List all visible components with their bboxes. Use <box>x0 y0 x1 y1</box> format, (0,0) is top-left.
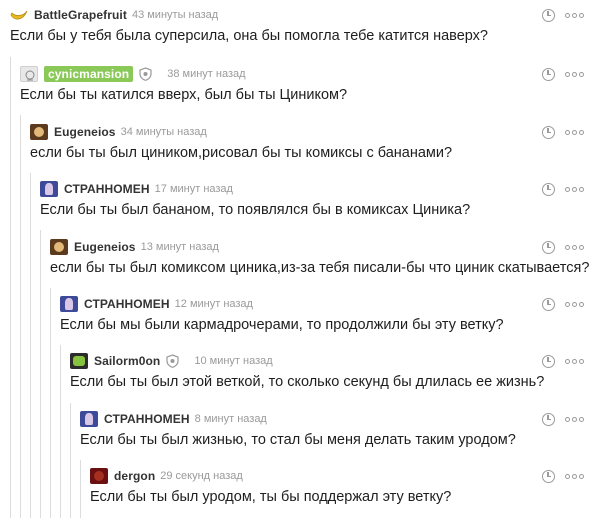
comment-header: СТРАННОМЕН 17 минут назад <box>40 181 233 197</box>
comment-time[interactable]: 17 минут назад <box>155 183 233 195</box>
comment-author[interactable]: Sailorm0on <box>94 354 160 368</box>
thread-line <box>60 345 61 518</box>
thread-line <box>50 288 51 518</box>
comment-time[interactable]: 43 минуты назад <box>132 9 218 21</box>
comment: СТРАННОМЕН 12 минут назад Если бы мы был… <box>60 296 600 342</box>
thread-line <box>80 460 81 518</box>
comment-actions <box>542 7 584 23</box>
comment-time[interactable]: 13 минут назад <box>141 241 219 253</box>
comment-header: Eugeneios 13 минут назад <box>50 239 219 255</box>
clock-icon[interactable] <box>542 297 555 311</box>
more-dots-icon[interactable] <box>565 12 584 18</box>
comment-header: СТРАННОМЕН 8 минут назад <box>80 411 267 427</box>
comment-time[interactable]: 10 минут назад <box>194 355 272 367</box>
comment: Sailorm0on 10 минут назад Если бы ты был… <box>70 353 600 399</box>
clock-icon[interactable] <box>542 8 555 22</box>
comment-header: СТРАННОМЕН 12 минут назад <box>60 296 253 312</box>
comment-actions <box>542 66 584 82</box>
comment-time[interactable]: 38 минут назад <box>167 68 245 80</box>
comment: dergon 29 секунд назад Если бы ты был ур… <box>90 468 600 514</box>
clock-icon[interactable] <box>542 67 555 81</box>
comment-text: Если бы ты был уродом, ты бы поддержал э… <box>90 489 452 505</box>
more-dots-icon[interactable] <box>565 416 584 422</box>
comment-header: dergon 29 секунд назад <box>90 468 243 484</box>
cynic-avatar[interactable] <box>20 66 38 82</box>
comment-text: если бы ты был циником,рисовал бы ты ком… <box>30 145 453 161</box>
clock-icon[interactable] <box>542 240 555 254</box>
comment-author[interactable]: Eugeneios <box>54 125 116 139</box>
comment-header: BattleGrapefruit 43 минуты назад <box>10 7 218 23</box>
shield-icon <box>139 67 152 81</box>
comment-author[interactable]: СТРАННОМЕН <box>64 182 150 196</box>
shield-icon <box>166 354 179 368</box>
clock-icon[interactable] <box>542 125 555 139</box>
dergon-avatar[interactable] <box>90 468 108 484</box>
comment-text: Если бы ты катился вверх, был бы ты Цини… <box>20 87 348 103</box>
comment-time[interactable]: 29 секунд назад <box>160 470 243 482</box>
comment: СТРАННОМЕН 8 минут назад Если бы ты был … <box>80 411 600 457</box>
comment: СТРАННОМЕН 17 минут назад Если бы ты был… <box>40 181 600 227</box>
strannomen-avatar[interactable] <box>60 296 78 312</box>
thread-line <box>20 115 21 518</box>
comment-header: cynicmansion 38 минут назад <box>20 66 246 82</box>
comment-actions <box>542 411 584 427</box>
more-dots-icon[interactable] <box>565 244 584 250</box>
comment-actions <box>542 296 584 312</box>
thread-line <box>30 173 31 518</box>
comment-text: Если бы ты был жизнью, то стал бы меня д… <box>80 432 516 448</box>
comment-time[interactable]: 8 минут назад <box>195 413 267 425</box>
comment: Eugeneios 34 минуты назад если бы ты был… <box>30 124 600 170</box>
comment-text: если бы ты был комиксом циника,из-за теб… <box>50 260 590 276</box>
more-dots-icon[interactable] <box>565 71 584 77</box>
eugeneios-avatar[interactable] <box>50 239 68 255</box>
comment-text: Если бы у тебя была суперсила, она бы по… <box>10 28 488 44</box>
thread-line <box>40 230 41 518</box>
sailormoon-avatar[interactable] <box>70 353 88 369</box>
comment-text: Если бы мы были кармадрочерами, то продо… <box>60 317 504 333</box>
comment-time[interactable]: 34 минуты назад <box>121 126 207 138</box>
comment: BattleGrapefruit 43 минуты назад Если бы… <box>10 7 600 53</box>
eugeneios-avatar[interactable] <box>30 124 48 140</box>
comment-time[interactable]: 12 минут назад <box>175 298 253 310</box>
comment-author[interactable]: BattleGrapefruit <box>34 8 127 22</box>
comment-actions <box>542 239 584 255</box>
comment-actions <box>542 181 584 197</box>
comment-actions <box>542 124 584 140</box>
comment-author[interactable]: Eugeneios <box>74 240 136 254</box>
clock-icon[interactable] <box>542 182 555 196</box>
thread-line <box>70 403 71 518</box>
comment-author[interactable]: dergon <box>114 469 155 483</box>
clock-icon[interactable] <box>542 354 555 368</box>
comment-author[interactable]: cynicmansion <box>44 66 134 82</box>
more-dots-icon[interactable] <box>565 186 584 192</box>
more-dots-icon[interactable] <box>565 358 584 364</box>
comment-text: Если бы ты был этой веткой, то сколько с… <box>70 374 545 390</box>
strannomen-avatar[interactable] <box>80 411 98 427</box>
comment-author[interactable]: СТРАННОМЕН <box>84 297 170 311</box>
comment: cynicmansion 38 минут назад Если бы ты к… <box>20 66 600 112</box>
clock-icon[interactable] <box>542 412 555 426</box>
comment-actions <box>542 353 584 369</box>
comment-author[interactable]: СТРАННОМЕН <box>104 412 190 426</box>
strannomen-avatar[interactable] <box>40 181 58 197</box>
more-dots-icon[interactable] <box>565 473 584 479</box>
more-dots-icon[interactable] <box>565 301 584 307</box>
comment-actions <box>542 468 584 484</box>
comment: Eugeneios 13 минут назад если бы ты был … <box>50 239 600 285</box>
comment-header: Sailorm0on 10 минут назад <box>70 353 273 369</box>
comment-text: Если бы ты был бананом, то появлялся бы … <box>40 202 471 218</box>
comment-header: Eugeneios 34 минуты назад <box>30 124 207 140</box>
thread-line <box>10 57 11 518</box>
more-dots-icon[interactable] <box>565 129 584 135</box>
banana-avatar[interactable] <box>10 7 28 23</box>
clock-icon[interactable] <box>542 469 555 483</box>
